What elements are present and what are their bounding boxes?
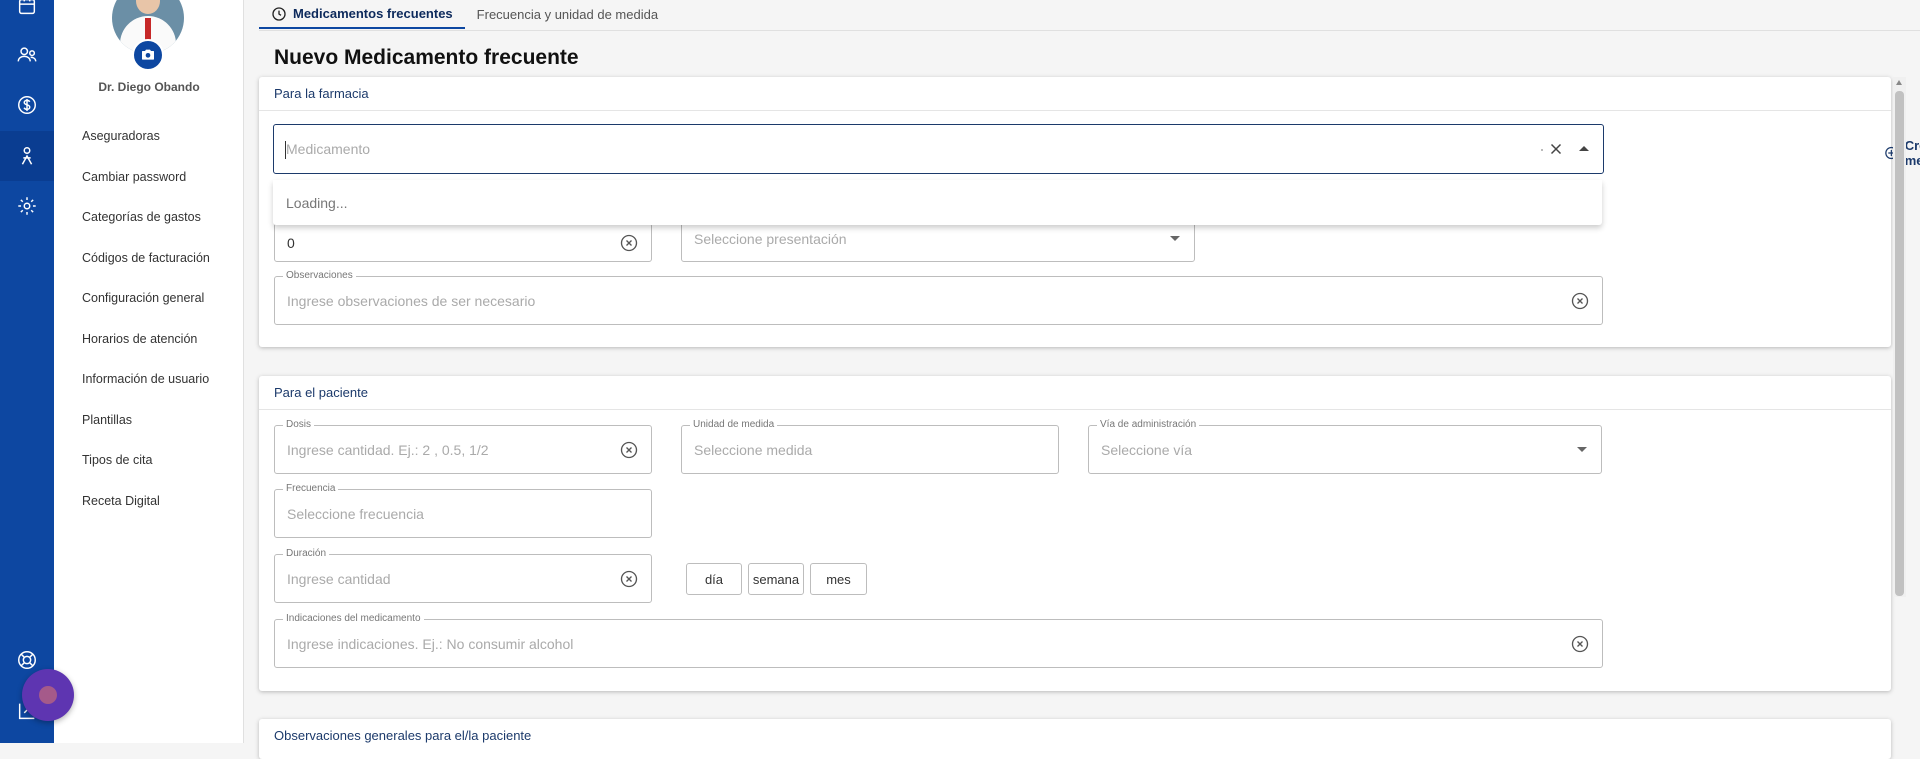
sidebar-item-receta-digital[interactable]: Receta Digital bbox=[82, 491, 210, 532]
users-icon[interactable] bbox=[13, 41, 41, 69]
sidebar-item-configuracion-general[interactable]: Configuración general bbox=[82, 288, 210, 329]
calendar-icon[interactable] bbox=[13, 0, 41, 20]
via-administracion-placeholder: Seleccione vía bbox=[1101, 441, 1193, 458]
clear-icon[interactable] bbox=[619, 569, 639, 589]
dosis-field[interactable]: Dosis Ingrese cantidad. Ej.: 2 , 0.5, 1/… bbox=[274, 419, 652, 474]
settings-menu: Aseguradoras Cambiar password Categorías… bbox=[82, 126, 210, 531]
tab-bar: Medicamentos frecuentes Frecuencia y uni… bbox=[259, 0, 670, 30]
chevron-up-icon[interactable] bbox=[1579, 146, 1589, 151]
sidebar-item-cambiar-password[interactable]: Cambiar password bbox=[82, 167, 210, 208]
frecuencia-placeholder: Seleccione frecuencia bbox=[287, 505, 424, 522]
indicaciones-field[interactable]: Indicaciones del medicamento Ingrese ind… bbox=[274, 613, 1603, 668]
unit-button-semana[interactable]: semana bbox=[748, 563, 804, 595]
help-icon[interactable] bbox=[13, 646, 41, 674]
unit-button-mes[interactable]: mes bbox=[810, 563, 867, 595]
pharmacy-heading: Para la farmacia bbox=[259, 77, 1891, 111]
medicamento-dropdown: Loading... bbox=[273, 180, 1602, 225]
page-title: Nuevo Medicamento frecuente bbox=[274, 46, 579, 69]
chevron-down-icon bbox=[1170, 236, 1180, 241]
tab-divider bbox=[259, 30, 1920, 31]
cantidad-value: 0 bbox=[287, 234, 295, 251]
observaciones-placeholder: Ingrese observaciones de ser necesario bbox=[287, 292, 536, 309]
sidebar-item-tipos-cita[interactable]: Tipos de cita bbox=[82, 450, 210, 491]
chat-fab-button[interactable] bbox=[22, 669, 74, 721]
tab-frecuencia-unidad[interactable]: Frecuencia y unidad de medida bbox=[465, 0, 670, 29]
duracion-placeholder: Ingrese cantidad bbox=[287, 570, 391, 587]
chevron-down-icon bbox=[1577, 446, 1587, 452]
medicamento-placeholder: Medicamento bbox=[286, 141, 371, 157]
unidad-medida-placeholder: Seleccione medida bbox=[694, 441, 813, 458]
clear-icon[interactable] bbox=[1570, 291, 1590, 311]
medicamento-autocomplete[interactable]: Medicamento bbox=[273, 124, 1604, 174]
loading-dot bbox=[1541, 149, 1543, 151]
unidad-medida-field[interactable]: Unidad de medida Seleccione medida bbox=[681, 419, 1059, 474]
camera-icon[interactable] bbox=[132, 39, 164, 71]
scrollbar-thumb[interactable] bbox=[1895, 91, 1904, 596]
general-observations-card: Observaciones generales para el/la pacie… bbox=[259, 719, 1891, 759]
tab-medicamentos-frecuentes[interactable]: Medicamentos frecuentes bbox=[259, 0, 465, 29]
settings-sidebar: Dr. Diego Obando Aseguradoras Cambiar pa… bbox=[54, 0, 244, 743]
unit-button-dia[interactable]: día bbox=[686, 563, 742, 595]
patient-heading: Para el paciente bbox=[259, 376, 1891, 410]
content-scrollbar[interactable] bbox=[1893, 77, 1906, 597]
indicaciones-placeholder: Ingrese indicaciones. Ej.: No consumir a… bbox=[287, 635, 574, 652]
via-administracion-select[interactable]: Vía de administración Seleccione vía bbox=[1088, 419, 1602, 474]
dollar-icon[interactable] bbox=[13, 91, 41, 119]
chat-bubble-icon bbox=[39, 686, 57, 704]
medication-icon[interactable] bbox=[0, 131, 54, 181]
gear-icon[interactable] bbox=[13, 192, 41, 220]
sidebar-item-codigos-facturacion[interactable]: Códigos de facturación bbox=[82, 248, 210, 289]
dosis-placeholder: Ingrese cantidad. Ej.: 2 , 0.5, 1/2 bbox=[287, 441, 489, 458]
clear-icon[interactable] bbox=[1570, 634, 1590, 654]
user-name: Dr. Diego Obando bbox=[98, 80, 200, 94]
sidebar-item-aseguradoras[interactable]: Aseguradoras bbox=[82, 126, 210, 167]
clear-icon[interactable] bbox=[619, 233, 639, 253]
scroll-up-icon[interactable] bbox=[1896, 80, 1902, 85]
clock-icon bbox=[272, 6, 286, 21]
dropdown-loading-text: Loading... bbox=[286, 194, 348, 211]
duracion-field[interactable]: Duración Ingrese cantidad bbox=[274, 548, 652, 603]
icon-rail bbox=[0, 0, 54, 743]
sidebar-item-horarios-atencion[interactable]: Horarios de atención bbox=[82, 329, 210, 370]
general-observations-heading: Observaciones generales para el/la pacie… bbox=[274, 728, 532, 743]
main-content: Medicamentos frecuentes Frecuencia y uni… bbox=[244, 0, 1920, 759]
frecuencia-field[interactable]: Frecuencia Seleccione frecuencia bbox=[274, 483, 652, 538]
clear-icon[interactable] bbox=[619, 440, 639, 460]
close-icon[interactable] bbox=[1547, 140, 1565, 158]
observaciones-field[interactable]: Observaciones Ingrese observaciones de s… bbox=[274, 270, 1603, 325]
sidebar-item-informacion-usuario[interactable]: Información de usuario bbox=[82, 369, 210, 410]
sidebar-item-categorias-gastos[interactable]: Categorías de gastos bbox=[82, 207, 210, 248]
sidebar-item-plantillas[interactable]: Plantillas bbox=[82, 410, 210, 451]
cantidad-field[interactable]: 0 bbox=[274, 223, 652, 262]
